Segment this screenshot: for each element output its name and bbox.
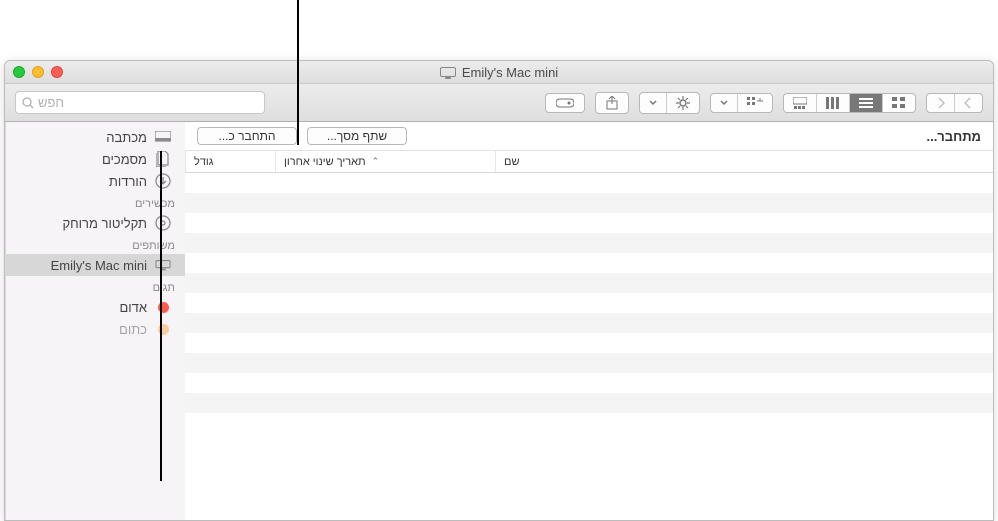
column-headers: שם ⌃ תאריך שינוי אחרון גודל (185, 151, 993, 173)
column-header-name[interactable]: שם (495, 151, 993, 172)
tags-button[interactable] (545, 93, 585, 113)
zoom-window-button[interactable] (13, 66, 25, 78)
connection-bar: מתחבר... שתף מסך... התחבר כ... (185, 122, 993, 151)
sidebar-heading-devices: מכשירים (6, 192, 185, 212)
nav-buttons (926, 93, 983, 113)
list-row (185, 333, 993, 353)
downloads-icon (155, 173, 171, 189)
share-screen-button[interactable]: שתף מסך... (307, 127, 407, 145)
action-button-group (639, 92, 700, 114)
connect-as-button[interactable]: התחבר כ... (197, 127, 297, 145)
arrange-dropdown-button[interactable] (711, 94, 738, 112)
arrange-button-group (710, 93, 773, 113)
sidebar-item-label: Emily's Mac mini (14, 258, 147, 273)
file-list[interactable] (185, 173, 993, 520)
computer-icon (440, 67, 456, 77)
sidebar-item-label: אדום (14, 300, 147, 315)
search-field[interactable]: חפש (15, 91, 265, 114)
sidebar: מכתבה מסמכים הורדות מכשירים תקליטור מרוח (5, 122, 185, 520)
traffic-lights (13, 66, 63, 78)
sidebar-item-label: מסמכים (14, 152, 147, 167)
list-row (185, 313, 993, 333)
sidebar-item-label: מכתבה (14, 130, 147, 145)
toolbar: חפש (5, 84, 993, 122)
sidebar-tag-orange[interactable]: כתום (6, 318, 185, 340)
close-window-button[interactable] (51, 66, 63, 78)
titlebar: Emily's Mac mini (5, 61, 993, 84)
column-header-size[interactable]: גודל (185, 151, 275, 172)
list-row (185, 253, 993, 273)
documents-icon (155, 151, 171, 167)
gallery-view-button[interactable] (784, 94, 817, 112)
search-placeholder: חפש (38, 95, 64, 110)
list-row (185, 373, 993, 393)
list-row (185, 293, 993, 313)
sidebar-item-documents[interactable]: מסמכים (6, 148, 185, 170)
column-view-button[interactable] (817, 94, 850, 112)
back-button[interactable] (955, 94, 982, 112)
window-title: Emily's Mac mini (440, 65, 558, 80)
finder-window: Emily's Mac mini (4, 60, 994, 521)
sort-indicator-icon: ⌃ (372, 156, 380, 167)
column-header-date[interactable]: ⌃ תאריך שינוי אחרון (275, 151, 495, 172)
list-row (185, 273, 993, 293)
desktop-icon (155, 129, 171, 145)
content-area: מתחבר... שתף מסך... התחבר כ... שם ⌃ תארי… (185, 122, 993, 520)
disc-icon (155, 215, 171, 231)
sidebar-heading-shared: משותפים (6, 234, 185, 254)
sidebar-item-label: הורדות (14, 174, 147, 189)
sidebar-item-downloads[interactable]: הורדות (6, 170, 185, 192)
sidebar-heading-tags: תגים (6, 276, 185, 296)
sidebar-item-shared-computer[interactable]: Emily's Mac mini (6, 254, 185, 276)
sidebar-item-label: כתום (14, 322, 147, 337)
search-icon (22, 97, 34, 109)
list-row (185, 233, 993, 253)
tag-dot-icon (155, 321, 171, 337)
share-button[interactable] (595, 92, 629, 114)
action-dropdown-button[interactable] (640, 93, 667, 113)
sidebar-item-label: תקליטור מרוחק (14, 216, 147, 231)
sidebar-tag-red[interactable]: אדום (6, 296, 185, 318)
sidebar-item-desktop[interactable]: מכתבה (6, 126, 185, 148)
icon-view-button[interactable] (883, 94, 915, 112)
window-title-text: Emily's Mac mini (462, 65, 558, 80)
action-button[interactable] (667, 93, 699, 113)
list-row (185, 173, 993, 193)
tag-dot-icon (155, 299, 171, 315)
list-row (185, 353, 993, 373)
sidebar-item-remote-disc[interactable]: תקליטור מרוחק (6, 212, 185, 234)
minimize-window-button[interactable] (32, 66, 44, 78)
list-view-button[interactable] (850, 94, 883, 112)
view-buttons (783, 93, 916, 113)
list-row (185, 213, 993, 233)
list-row (185, 393, 993, 413)
list-row (185, 193, 993, 213)
list-row (185, 413, 993, 433)
computer-icon (155, 257, 171, 273)
connection-status: מתחבר... (926, 129, 981, 144)
forward-button[interactable] (927, 94, 955, 112)
arrange-button[interactable] (738, 94, 772, 112)
